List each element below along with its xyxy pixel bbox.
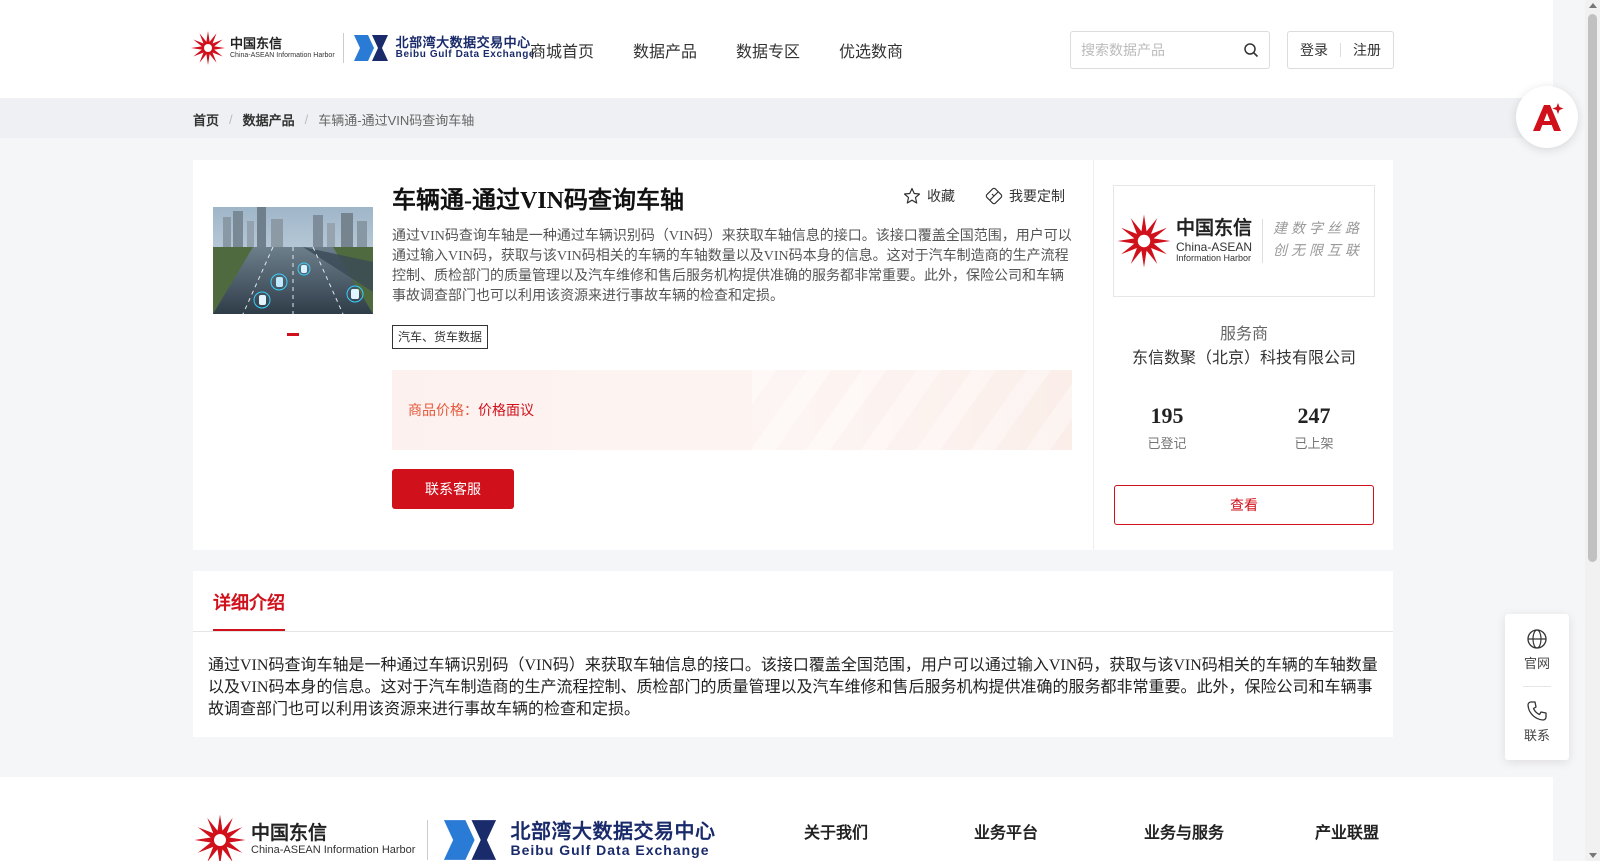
search-icon[interactable] — [1243, 42, 1259, 58]
logo-bg-cn: 北部湾大数据交易中心 — [395, 34, 531, 50]
footer-logo-divider — [427, 820, 429, 860]
tab-detail[interactable]: 详细介绍 — [213, 589, 285, 615]
footer-logo-ct-cn: 中国东信 — [251, 822, 328, 844]
scrollbar-thumb[interactable] — [1588, 14, 1597, 562]
logo-ct-en: China-ASEAN Information Harbor — [230, 52, 335, 59]
beibu-gulf-mark-icon — [353, 35, 388, 61]
main-nav: 商城首页 数据产品 数据专区 优选数商 — [530, 38, 903, 62]
breadcrumb-current: 车辆通-通过VIN码查询车轴 — [318, 113, 475, 128]
card-divider — [1093, 160, 1094, 550]
registered-count: 195 — [1150, 403, 1184, 428]
register-link[interactable]: 注册 — [1353, 40, 1381, 60]
contact-service-button[interactable]: 联系客服 — [392, 469, 514, 509]
nav-item-data-products[interactable]: 数据产品 — [633, 38, 697, 62]
side-contact-button[interactable]: 联系 — [1505, 700, 1569, 744]
category-tag[interactable]: 汽车、货车数据 — [392, 325, 489, 349]
favorite-button[interactable]: 收藏 — [903, 186, 955, 206]
beibu-gulf-mark-icon — [444, 820, 497, 860]
login-link[interactable]: 登录 — [1300, 40, 1328, 60]
ai-assistant-icon — [1533, 103, 1564, 131]
footer-nav-alliance[interactable]: 产业联盟 — [1315, 819, 1379, 843]
highway-illustration — [213, 207, 373, 314]
nav-item-data-zone[interactable]: 数据专区 — [736, 38, 800, 62]
logo-ct-cn: 中国东信 — [230, 36, 283, 51]
logo-divider — [342, 33, 344, 63]
footer-nav-about[interactable]: 关于我们 — [804, 819, 868, 843]
page-scrollbar[interactable] — [1585, 0, 1600, 861]
listed-label: 已上架 — [1294, 436, 1334, 451]
product-image[interactable] — [213, 207, 373, 314]
breadcrumb-separator: / — [304, 112, 309, 127]
customize-label: 我要定制 — [1009, 188, 1065, 204]
breadcrumb-data-products[interactable]: 数据产品 — [243, 110, 295, 129]
globe-icon — [1527, 629, 1547, 649]
side-divider — [1523, 686, 1551, 687]
registered-label: 已登记 — [1147, 436, 1187, 451]
tab-divider — [193, 631, 1393, 632]
tab-active-indicator — [213, 629, 285, 631]
detail-section: 详细介绍 通过VIN码查询车轴是一种通过车辆识别码（VIN码）来获取车轴信息的接… — [193, 571, 1393, 737]
provider-logo-divider — [1262, 219, 1264, 263]
side-website-label: 官网 — [1523, 656, 1550, 671]
side-contact-label: 联系 — [1523, 728, 1550, 743]
provider-slogan-line2: 创无限互联 — [1273, 244, 1364, 259]
china-asean-burst-icon — [194, 814, 246, 861]
favorite-label: 收藏 — [927, 188, 955, 204]
footer-nav-platform[interactable]: 业务平台 — [974, 819, 1038, 843]
floating-side-panel: 官网 联系 — [1505, 614, 1569, 760]
china-asean-burst-icon — [191, 31, 225, 65]
ai-assistant-button[interactable] — [1516, 86, 1578, 148]
auth-separator — [1340, 43, 1341, 57]
star-icon — [903, 187, 921, 204]
product-actions: 收藏 我要定制 — [903, 186, 1065, 206]
customize-icon — [985, 187, 1003, 205]
provider-slogan-line1: 建数字丝路 — [1273, 222, 1364, 237]
nav-item-merchants[interactable]: 优选数商 — [839, 38, 903, 62]
provider-name: 东信数聚（北京）科技有限公司 — [1131, 350, 1356, 367]
view-provider-button[interactable]: 查看 — [1114, 485, 1374, 525]
provider-logo-cn: 中国东信 — [1176, 218, 1253, 239]
listed-stat: 247 已上架 — [1264, 403, 1364, 452]
auth-box: 登录 注册 — [1287, 31, 1394, 69]
price-text: 商品价格：价格面议 — [408, 400, 534, 420]
scroll-up-arrow[interactable] — [1589, 3, 1597, 8]
china-asean-burst-icon — [1117, 214, 1171, 268]
site-header: 中国东信 China-ASEAN Information Harbor 北部湾大… — [0, 0, 1553, 98]
provider-logo-en1: China-ASEAN — [1176, 240, 1253, 254]
footer-logo[interactable]: 中国东信 China-ASEAN Information Harbor 北部湾大… — [193, 814, 716, 861]
footer-logo-ct-en: China-ASEAN Information Harbor — [251, 844, 416, 857]
product-card: 车辆通-通过VIN码查询车轴 收藏 我要定制 通过VIN码查询车轴是一种通过车辆… — [193, 160, 1393, 550]
provider-logo-en2: Information Harbor — [1176, 253, 1252, 263]
registered-stat: 195 已登记 — [1117, 403, 1217, 452]
price-panel: 商品价格：价格面议 — [392, 370, 1072, 450]
product-title: 车辆通-通过VIN码查询车轴 — [392, 188, 684, 214]
provider-logo[interactable]: 中国东信 China-ASEAN Information Harbor 建数字丝… — [1113, 185, 1375, 297]
breadcrumb: 首页 / 数据产品 / 车辆通-通过VIN码查询车轴 — [193, 110, 474, 129]
detail-text: 通过VIN码查询车轴是一种通过车辆识别码（VIN码）来获取车轴信息的接口。该接口… — [208, 657, 1378, 718]
footer-logo-bg-en: Beibu Gulf Data Exchange — [510, 842, 710, 859]
listed-count: 247 — [1297, 403, 1331, 428]
footer-logo-bg-cn: 北部湾大数据交易中心 — [510, 821, 716, 844]
price-decoration — [752, 370, 1072, 450]
nav-item-home[interactable]: 商城首页 — [530, 38, 594, 62]
product-description: 通过VIN码查询车轴是一种通过车辆识别码（VIN码）来获取车轴信息的接口。该接口… — [392, 229, 1072, 304]
breadcrumb-home[interactable]: 首页 — [193, 110, 219, 129]
logo-bg-en: Beibu Gulf Data Exchange — [395, 48, 536, 60]
price-value: 价格面议 — [478, 402, 534, 418]
footer-nav-services[interactable]: 业务与服务 — [1144, 819, 1224, 843]
site-logo[interactable]: 中国东信 China-ASEAN Information Harbor 北部湾大… — [190, 28, 535, 68]
breadcrumb-bar: 首页 / 数据产品 / 车辆通-通过VIN码查询车轴 — [0, 98, 1553, 138]
breadcrumb-separator: / — [229, 112, 233, 127]
scroll-down-arrow[interactable] — [1589, 853, 1597, 858]
carousel-indicator[interactable] — [287, 333, 299, 336]
provider-slogan: 建数字丝路 创无限互联 — [1273, 219, 1363, 263]
search-box — [1070, 31, 1270, 69]
search-input[interactable] — [1071, 32, 1231, 68]
customize-button[interactable]: 我要定制 — [985, 186, 1065, 206]
site-footer: 中国东信 China-ASEAN Information Harbor 北部湾大… — [0, 777, 1553, 861]
provider-label: 服务商 — [1219, 326, 1268, 343]
price-label: 商品价格： — [408, 402, 478, 418]
phone-icon — [1527, 701, 1547, 721]
side-website-button[interactable]: 官网 — [1505, 628, 1569, 672]
